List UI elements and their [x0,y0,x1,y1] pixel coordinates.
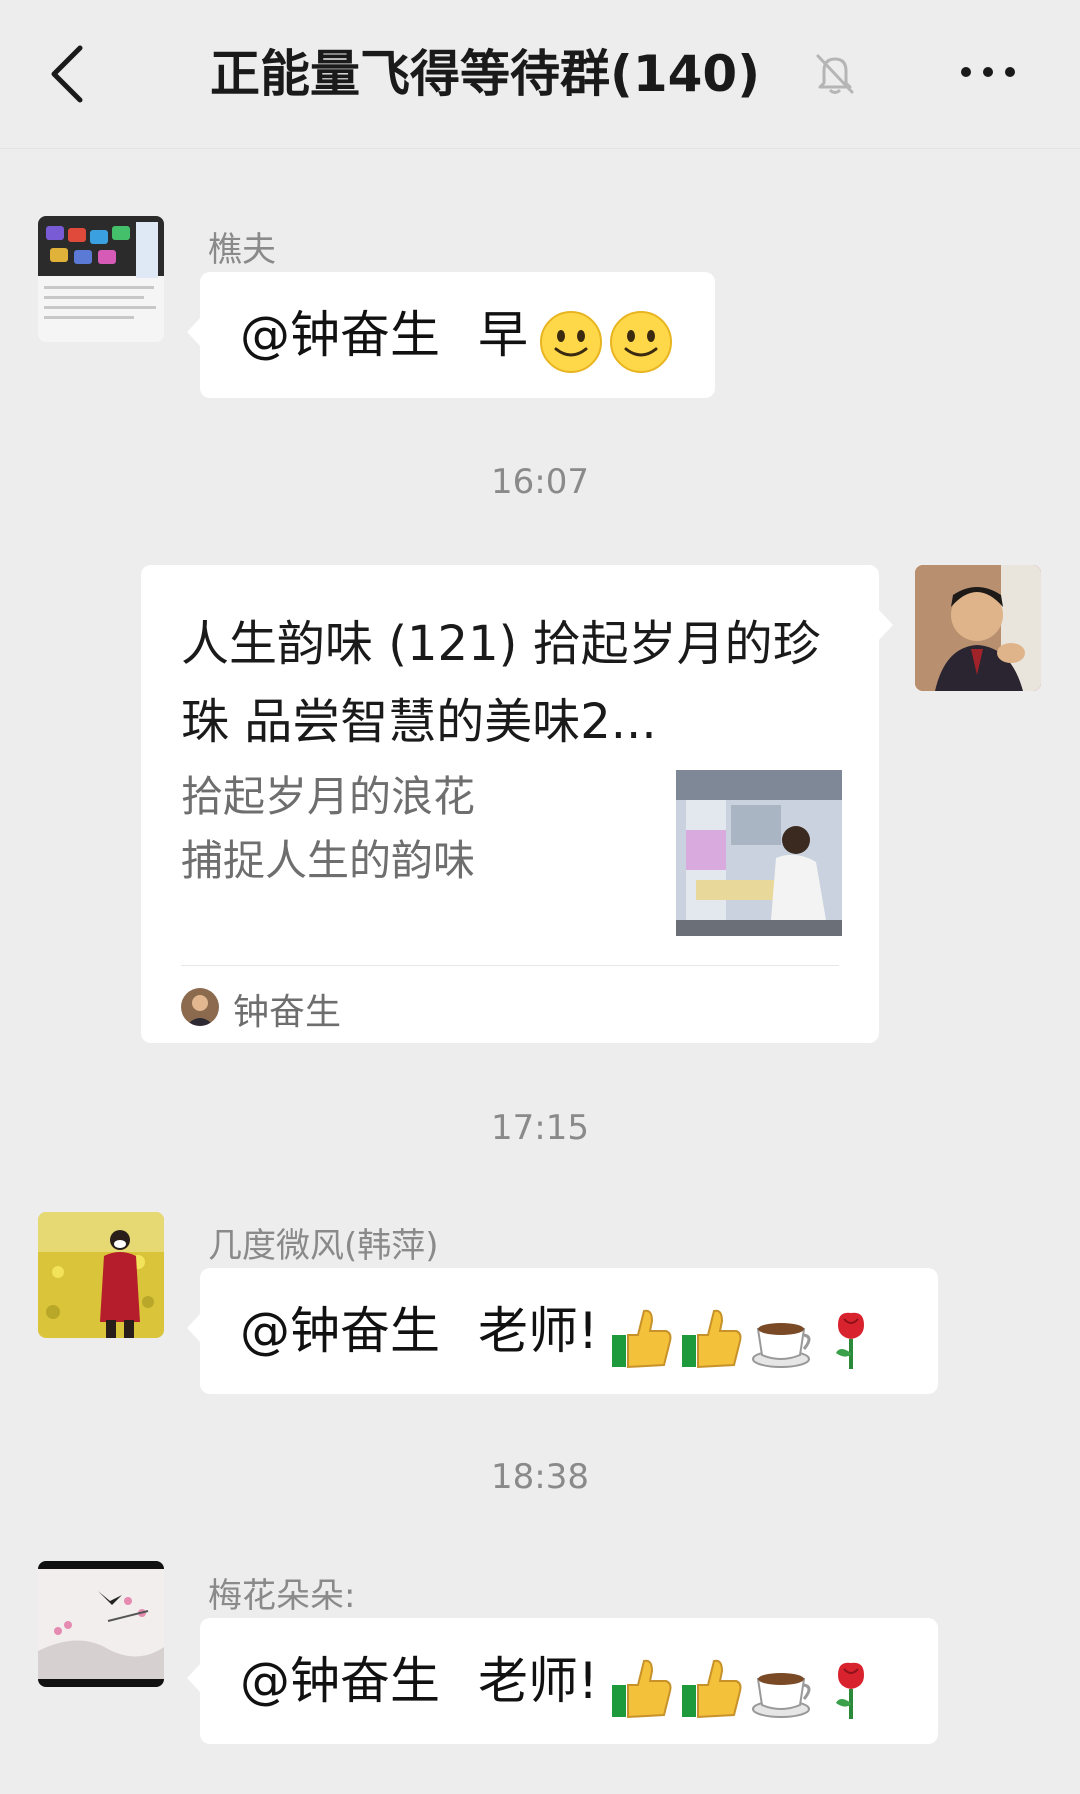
mute-indicator [812,50,858,96]
message-text: 老师! [478,1302,599,1360]
thumbs-up-emoji-icon [612,1309,672,1369]
chat-title: 正能量飞得等待群(140) [210,45,761,103]
mention[interactable]: @钟奋生 [240,306,440,364]
message-bubble[interactable]: @钟奋生 老师! [187,1618,938,1744]
sender-name: 几度微风(韩萍) [208,1226,439,1266]
card-source-name: 钟奋生 [233,992,342,1033]
link-card[interactable]: 人生韵味 (121) 拾起岁月的珍珠 品尝智慧的美味2... 拾起岁月的浪花 捕… [141,565,893,1043]
timestamp: 18:38 [491,1457,589,1497]
back-button[interactable] [40,38,100,110]
message-bubble[interactable]: @钟奋生 老师! [187,1268,938,1394]
bell-muted-icon [816,54,854,94]
sender-name: 樵夫 [208,230,276,270]
message-text: 老师! [478,1652,599,1710]
card-description: 拾起岁月的浪花 捕捉人生的韵味 [181,765,601,893]
more-button[interactable] [958,60,1018,84]
my-avatar[interactable] [915,565,1041,691]
card-desc-line: 拾起岁月的浪花 [181,772,476,821]
avatar[interactable] [38,1561,164,1687]
timestamp: 16:07 [491,462,589,502]
card-thumbnail [676,770,842,936]
chat-header: 正能量飞得等待群(140) [0,0,1080,149]
source-avatar [181,988,219,1026]
avatar[interactable] [38,216,164,342]
thumbs-up-emoji-icon [682,1659,742,1719]
card-title: 人生韵味 (121) 拾起岁月的珍珠 品尝智慧的美味2... [181,616,821,750]
mention[interactable]: @钟奋生 [240,1302,440,1360]
thumbs-up-emoji-icon [682,1309,742,1369]
mention[interactable]: @钟奋生 [240,1652,440,1710]
card-divider [181,965,839,966]
card-desc-line: 捕捉人生的韵味 [181,836,476,885]
message-text: 早 [478,306,528,364]
rose-emoji-icon [836,1662,865,1719]
rose-emoji-icon [836,1312,865,1369]
message-bubble[interactable]: @钟奋生早 [187,272,715,398]
coffee-emoji-icon [752,1673,811,1718]
sender-name: 梅花朵朵: [208,1576,356,1616]
coffee-emoji-icon [752,1323,811,1368]
smile-emoji-icon [610,311,672,373]
thumbs-up-emoji-icon [612,1659,672,1719]
chevron-left-icon [51,45,83,103]
more-dots-icon [961,67,1015,77]
smile-emoji-icon [540,311,602,373]
avatar[interactable] [38,1212,164,1338]
timestamp: 17:15 [491,1108,589,1148]
